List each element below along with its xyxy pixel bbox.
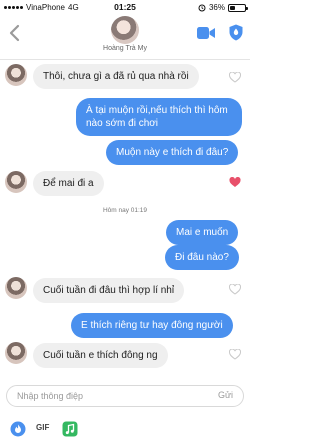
contact-name[interactable]: Hoàng Trà My	[0, 45, 250, 52]
incoming-message[interactable]: Thôi, chưa gì a đã rủ qua nhà rồi	[33, 64, 199, 89]
battery-level	[230, 5, 236, 10]
timestamp-day: Hôm nay	[102, 207, 129, 214]
chat-header: Hoàng Trà My	[0, 14, 250, 60]
battery-percent: 36%	[208, 3, 225, 12]
contact-avatar-small[interactable]	[5, 64, 27, 86]
outgoing-message[interactable]: E thích riêng tư hay đông người	[71, 313, 233, 338]
tinder-gold-icon[interactable]	[10, 421, 26, 437]
heart-icon[interactable]	[229, 349, 241, 360]
send-button[interactable]: Gửi	[218, 390, 233, 400]
composer-toolbar: GIF	[0, 414, 250, 445]
timestamp-time: 01:19	[130, 207, 148, 214]
incoming-message[interactable]: Cuối tuần đi đâu thì hợp lí nhỉ	[33, 278, 185, 303]
contact-avatar-small[interactable]	[5, 342, 27, 364]
incoming-message[interactable]: Cuối tuần e thích đông ng	[33, 343, 168, 368]
outgoing-message[interactable]: Muộn này e thích đi đâu?	[106, 140, 239, 165]
video-call-icon[interactable]	[197, 26, 215, 40]
contact-avatar-small[interactable]	[5, 277, 27, 299]
outgoing-message[interactable]: Đi đâu nào?	[165, 245, 239, 270]
contact-avatar-small[interactable]	[5, 171, 27, 193]
safety-shield-icon[interactable]	[229, 24, 243, 41]
battery-icon	[228, 3, 248, 12]
alarm-icon	[198, 4, 206, 11]
gif-button[interactable]: GIF	[36, 423, 49, 432]
heart-icon[interactable]	[229, 284, 241, 295]
timestamp-divider: Hôm nay 01:19	[0, 207, 250, 214]
status-bar: VinaPhone 4G 01:25 36%	[0, 0, 250, 14]
message-composer: Gửi	[6, 385, 244, 407]
outgoing-message[interactable]: Mai e muốn	[166, 220, 239, 245]
heart-filled-icon[interactable]	[229, 177, 241, 188]
message-line: nào sớm đi chơi	[86, 118, 159, 129]
music-icon[interactable]	[62, 421, 78, 437]
incoming-message[interactable]: Để mai đi a	[33, 171, 104, 196]
message-input[interactable]	[17, 389, 187, 403]
back-chevron-icon[interactable]	[8, 24, 22, 42]
outgoing-message[interactable]: À tại muộn rồi,nếu thích thì hôm nào sớm…	[76, 98, 242, 136]
heart-icon[interactable]	[229, 72, 241, 83]
message-line: À tại muộn rồi,nếu thích thì hôm	[86, 105, 228, 116]
contact-avatar[interactable]	[111, 16, 139, 44]
